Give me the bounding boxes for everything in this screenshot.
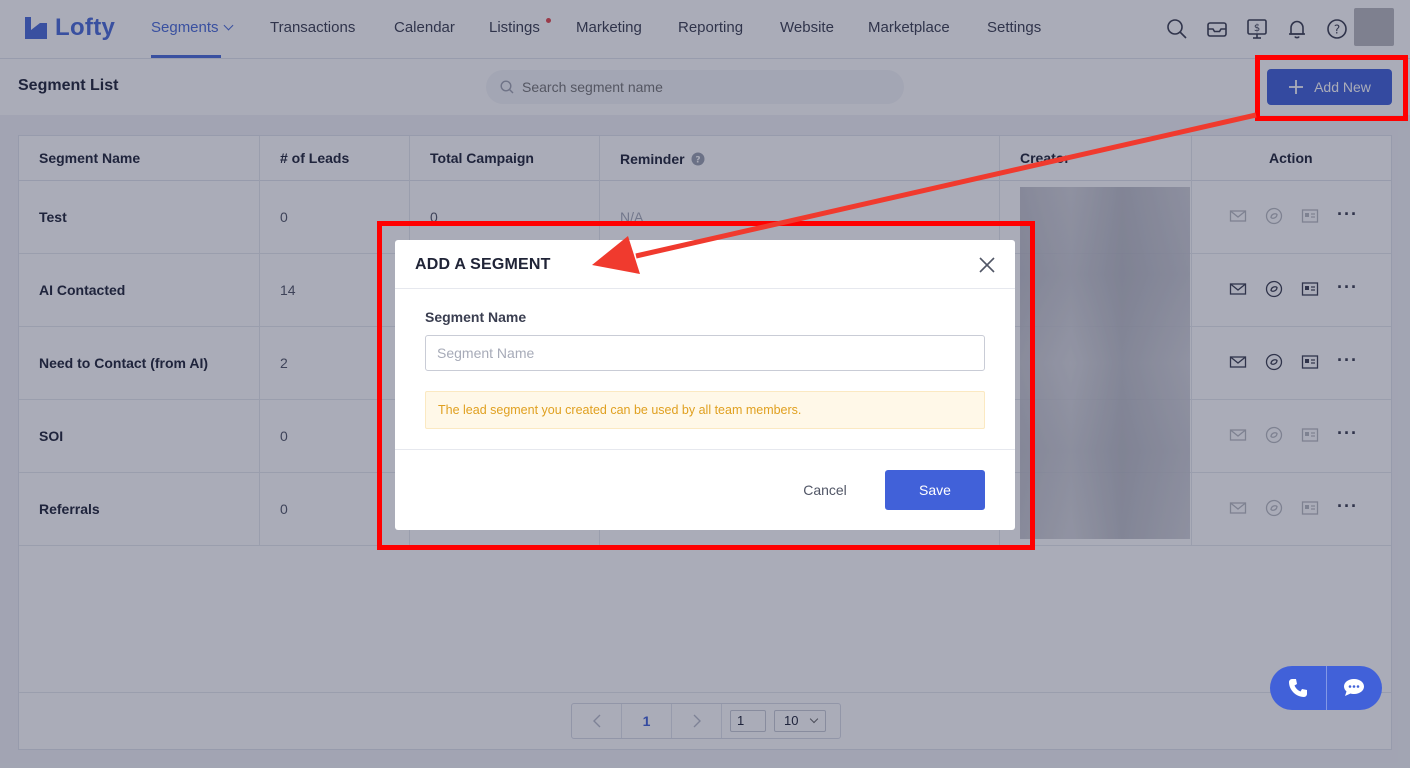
arrow-shaft — [635, 112, 1257, 259]
annotation-arrow — [592, 112, 1257, 274]
arrow-head — [592, 236, 640, 274]
